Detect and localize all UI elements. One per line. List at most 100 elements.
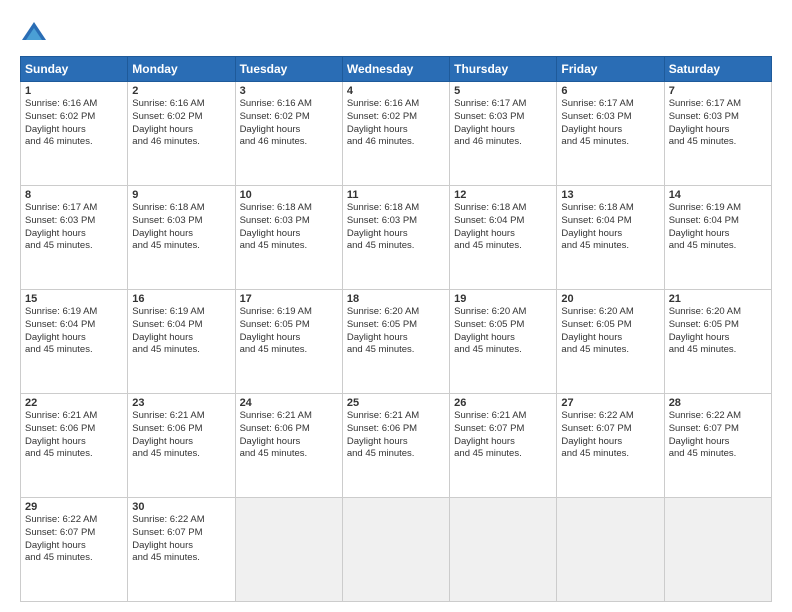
day-info: Sunrise: 6:20 AMSunset: 6:05 PMDaylight …: [454, 306, 552, 357]
day-info: Sunrise: 6:21 AMSunset: 6:06 PMDaylight …: [25, 410, 123, 461]
week-row-3: 15Sunrise: 6:19 AMSunset: 6:04 PMDayligh…: [21, 290, 772, 394]
day-number: 14: [669, 189, 767, 201]
day-number: 16: [132, 293, 230, 305]
weekday-header-sunday: Sunday: [21, 57, 128, 82]
day-cell-20: 20Sunrise: 6:20 AMSunset: 6:05 PMDayligh…: [557, 290, 664, 394]
day-info: Sunrise: 6:22 AMSunset: 6:07 PMDaylight …: [25, 514, 123, 565]
day-info: Sunrise: 6:18 AMSunset: 6:03 PMDaylight …: [240, 202, 338, 253]
day-cell-30: 30Sunrise: 6:22 AMSunset: 6:07 PMDayligh…: [128, 498, 235, 602]
day-number: 22: [25, 397, 123, 409]
day-cell-17: 17Sunrise: 6:19 AMSunset: 6:05 PMDayligh…: [235, 290, 342, 394]
day-number: 11: [347, 189, 445, 201]
week-row-4: 22Sunrise: 6:21 AMSunset: 6:06 PMDayligh…: [21, 394, 772, 498]
day-number: 24: [240, 397, 338, 409]
day-info: Sunrise: 6:21 AMSunset: 6:06 PMDaylight …: [347, 410, 445, 461]
day-cell-24: 24Sunrise: 6:21 AMSunset: 6:06 PMDayligh…: [235, 394, 342, 498]
day-info: Sunrise: 6:20 AMSunset: 6:05 PMDaylight …: [347, 306, 445, 357]
day-cell-4: 4Sunrise: 6:16 AMSunset: 6:02 PMDaylight…: [342, 82, 449, 186]
day-cell-29: 29Sunrise: 6:22 AMSunset: 6:07 PMDayligh…: [21, 498, 128, 602]
day-number: 2: [132, 85, 230, 97]
day-cell-19: 19Sunrise: 6:20 AMSunset: 6:05 PMDayligh…: [450, 290, 557, 394]
day-number: 7: [669, 85, 767, 97]
day-cell-7: 7Sunrise: 6:17 AMSunset: 6:03 PMDaylight…: [664, 82, 771, 186]
week-row-2: 8Sunrise: 6:17 AMSunset: 6:03 PMDaylight…: [21, 186, 772, 290]
day-info: Sunrise: 6:17 AMSunset: 6:03 PMDaylight …: [561, 98, 659, 149]
day-info: Sunrise: 6:18 AMSunset: 6:03 PMDaylight …: [347, 202, 445, 253]
day-number: 25: [347, 397, 445, 409]
day-cell-13: 13Sunrise: 6:18 AMSunset: 6:04 PMDayligh…: [557, 186, 664, 290]
day-info: Sunrise: 6:21 AMSunset: 6:07 PMDaylight …: [454, 410, 552, 461]
week-row-5: 29Sunrise: 6:22 AMSunset: 6:07 PMDayligh…: [21, 498, 772, 602]
day-cell-9: 9Sunrise: 6:18 AMSunset: 6:03 PMDaylight…: [128, 186, 235, 290]
empty-cell: [342, 498, 449, 602]
empty-cell: [557, 498, 664, 602]
day-number: 6: [561, 85, 659, 97]
day-info: Sunrise: 6:16 AMSunset: 6:02 PMDaylight …: [347, 98, 445, 149]
day-number: 26: [454, 397, 552, 409]
day-info: Sunrise: 6:19 AMSunset: 6:04 PMDaylight …: [25, 306, 123, 357]
day-info: Sunrise: 6:19 AMSunset: 6:05 PMDaylight …: [240, 306, 338, 357]
weekday-header-saturday: Saturday: [664, 57, 771, 82]
day-number: 27: [561, 397, 659, 409]
day-info: Sunrise: 6:17 AMSunset: 6:03 PMDaylight …: [454, 98, 552, 149]
day-info: Sunrise: 6:18 AMSunset: 6:04 PMDaylight …: [561, 202, 659, 253]
day-number: 1: [25, 85, 123, 97]
day-info: Sunrise: 6:22 AMSunset: 6:07 PMDaylight …: [669, 410, 767, 461]
weekday-header-tuesday: Tuesday: [235, 57, 342, 82]
day-info: Sunrise: 6:17 AMSunset: 6:03 PMDaylight …: [669, 98, 767, 149]
weekday-header-monday: Monday: [128, 57, 235, 82]
day-info: Sunrise: 6:16 AMSunset: 6:02 PMDaylight …: [25, 98, 123, 149]
empty-cell: [235, 498, 342, 602]
day-cell-12: 12Sunrise: 6:18 AMSunset: 6:04 PMDayligh…: [450, 186, 557, 290]
weekday-header-row: SundayMondayTuesdayWednesdayThursdayFrid…: [21, 57, 772, 82]
day-number: 28: [669, 397, 767, 409]
day-number: 17: [240, 293, 338, 305]
day-info: Sunrise: 6:16 AMSunset: 6:02 PMDaylight …: [240, 98, 338, 149]
day-info: Sunrise: 6:21 AMSunset: 6:06 PMDaylight …: [132, 410, 230, 461]
day-cell-1: 1Sunrise: 6:16 AMSunset: 6:02 PMDaylight…: [21, 82, 128, 186]
day-number: 19: [454, 293, 552, 305]
day-info: Sunrise: 6:20 AMSunset: 6:05 PMDaylight …: [561, 306, 659, 357]
weekday-header-friday: Friday: [557, 57, 664, 82]
calendar: SundayMondayTuesdayWednesdayThursdayFrid…: [20, 56, 772, 602]
day-cell-26: 26Sunrise: 6:21 AMSunset: 6:07 PMDayligh…: [450, 394, 557, 498]
logo-icon: [20, 18, 48, 46]
day-cell-2: 2Sunrise: 6:16 AMSunset: 6:02 PMDaylight…: [128, 82, 235, 186]
day-number: 12: [454, 189, 552, 201]
day-cell-22: 22Sunrise: 6:21 AMSunset: 6:06 PMDayligh…: [21, 394, 128, 498]
day-cell-21: 21Sunrise: 6:20 AMSunset: 6:05 PMDayligh…: [664, 290, 771, 394]
day-number: 18: [347, 293, 445, 305]
empty-cell: [450, 498, 557, 602]
header: [20, 18, 772, 46]
day-info: Sunrise: 6:19 AMSunset: 6:04 PMDaylight …: [669, 202, 767, 253]
day-number: 13: [561, 189, 659, 201]
day-cell-25: 25Sunrise: 6:21 AMSunset: 6:06 PMDayligh…: [342, 394, 449, 498]
day-number: 21: [669, 293, 767, 305]
day-number: 20: [561, 293, 659, 305]
day-number: 23: [132, 397, 230, 409]
day-info: Sunrise: 6:20 AMSunset: 6:05 PMDaylight …: [669, 306, 767, 357]
day-cell-18: 18Sunrise: 6:20 AMSunset: 6:05 PMDayligh…: [342, 290, 449, 394]
day-number: 9: [132, 189, 230, 201]
week-row-1: 1Sunrise: 6:16 AMSunset: 6:02 PMDaylight…: [21, 82, 772, 186]
day-cell-11: 11Sunrise: 6:18 AMSunset: 6:03 PMDayligh…: [342, 186, 449, 290]
day-number: 15: [25, 293, 123, 305]
day-info: Sunrise: 6:22 AMSunset: 6:07 PMDaylight …: [132, 514, 230, 565]
day-info: Sunrise: 6:18 AMSunset: 6:04 PMDaylight …: [454, 202, 552, 253]
day-cell-8: 8Sunrise: 6:17 AMSunset: 6:03 PMDaylight…: [21, 186, 128, 290]
day-cell-5: 5Sunrise: 6:17 AMSunset: 6:03 PMDaylight…: [450, 82, 557, 186]
day-number: 8: [25, 189, 123, 201]
day-info: Sunrise: 6:22 AMSunset: 6:07 PMDaylight …: [561, 410, 659, 461]
day-cell-15: 15Sunrise: 6:19 AMSunset: 6:04 PMDayligh…: [21, 290, 128, 394]
day-info: Sunrise: 6:19 AMSunset: 6:04 PMDaylight …: [132, 306, 230, 357]
empty-cell: [664, 498, 771, 602]
day-cell-28: 28Sunrise: 6:22 AMSunset: 6:07 PMDayligh…: [664, 394, 771, 498]
day-number: 29: [25, 501, 123, 513]
day-number: 10: [240, 189, 338, 201]
day-cell-16: 16Sunrise: 6:19 AMSunset: 6:04 PMDayligh…: [128, 290, 235, 394]
day-cell-27: 27Sunrise: 6:22 AMSunset: 6:07 PMDayligh…: [557, 394, 664, 498]
day-number: 3: [240, 85, 338, 97]
day-number: 30: [132, 501, 230, 513]
weekday-header-wednesday: Wednesday: [342, 57, 449, 82]
day-number: 5: [454, 85, 552, 97]
